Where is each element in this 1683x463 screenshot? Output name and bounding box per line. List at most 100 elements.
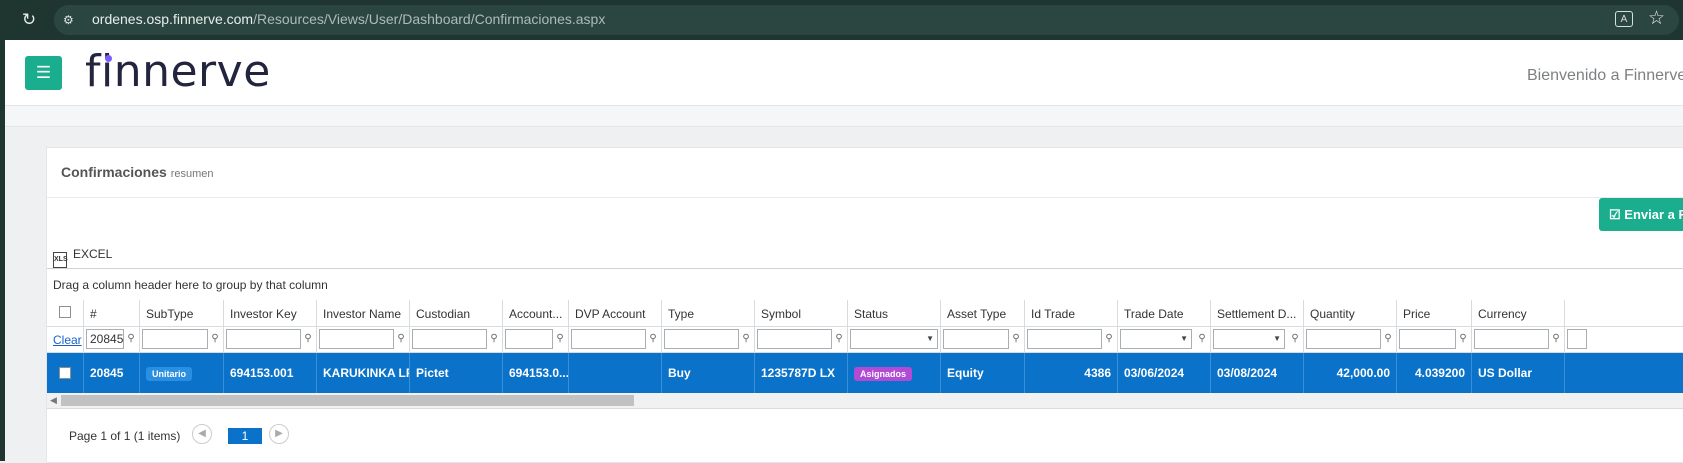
column-header-type[interactable]: Type [662, 300, 755, 326]
filter-options-icon[interactable]: ⚲ [210, 333, 220, 345]
column-header-symbol[interactable]: Symbol [755, 300, 848, 326]
translate-icon[interactable]: A [1615, 11, 1633, 27]
cell-number: 20845 [84, 353, 140, 393]
filter-options-icon[interactable]: ⚲ [741, 333, 751, 345]
filter-dropdown-status[interactable]: ▼ [850, 329, 938, 349]
pager: Page 1 of 1 (1 items) ◀ 1 ▶ [47, 409, 1683, 462]
prev-page-icon[interactable]: ◀ [192, 424, 212, 444]
column-header-dvp-account[interactable]: DVP Account [569, 300, 662, 326]
panel-divider [47, 197, 1683, 198]
filter-options-icon[interactable]: ⚲ [648, 333, 658, 345]
filter-options-icon[interactable]: ⚲ [1290, 333, 1300, 345]
filter-options-icon[interactable]: ⚲ [396, 333, 406, 345]
filter-options-icon[interactable]: ⚲ [1011, 333, 1021, 345]
finnerve-logo[interactable]: finnerve [85, 46, 271, 97]
filter-options-icon[interactable]: ⚲ [126, 333, 136, 345]
filter-options-icon[interactable]: ⚲ [1383, 333, 1393, 345]
filter-input-custodian[interactable] [412, 329, 487, 349]
column-header-investor-name[interactable]: Investor Name [317, 300, 410, 326]
column-header-quantity[interactable]: Quantity [1304, 300, 1397, 326]
reload-icon[interactable]: ↻ [19, 10, 39, 30]
filter-cell-subtype: ⚲ [140, 327, 224, 352]
row-select-cell [47, 353, 84, 393]
clear-filter-link[interactable]: Clear [53, 333, 82, 347]
filter-options-icon[interactable]: ⚲ [1551, 333, 1561, 345]
column-header-account[interactable]: Account... [503, 300, 569, 326]
current-page-button[interactable]: 1 [228, 428, 262, 444]
filter-options-icon[interactable]: ⚲ [1458, 333, 1468, 345]
filter-date-trade-date[interactable]: ▼ [1120, 329, 1192, 349]
panel-subtitle: resumen [170, 168, 214, 180]
horizontal-scrollbar[interactable]: ◀ [47, 393, 1683, 409]
column-header-price[interactable]: Price [1397, 300, 1472, 326]
filter-input-number[interactable]: 20845 [86, 329, 124, 349]
scrollbar-thumb[interactable] [61, 395, 634, 406]
column-header-investor-key[interactable]: Investor Key [224, 300, 317, 326]
cell-dvp-account [569, 353, 662, 393]
column-header-subtype[interactable]: SubType [140, 300, 224, 326]
cell-settlement-date: 03/08/2024 [1211, 353, 1304, 393]
column-header-id-trade[interactable]: Id Trade [1025, 300, 1118, 326]
select-all-checkbox[interactable] [59, 306, 71, 318]
cell-investor-key: 694153.001 [224, 353, 317, 393]
column-header-status[interactable]: Status [848, 300, 941, 326]
column-header-custodian[interactable]: Custodian [410, 300, 503, 326]
filter-options-icon[interactable]: ⚲ [834, 333, 844, 345]
excel-export-button[interactable]: XLS EXCEL [53, 247, 112, 268]
filter-input-asset-type[interactable] [943, 329, 1009, 349]
filter-input-overflow[interactable] [1567, 329, 1587, 349]
cell-price: 4.039200 [1397, 353, 1472, 393]
filter-options-icon[interactable]: ⚲ [489, 333, 499, 345]
column-header-currency[interactable]: Currency [1472, 300, 1565, 326]
filter-input-type[interactable] [664, 329, 739, 349]
filter-options-icon[interactable]: ⚲ [303, 333, 313, 345]
filter-options-icon[interactable]: ⚲ [1104, 333, 1114, 345]
cell-investor-name: KARUKINKA LP [317, 353, 410, 393]
filter-cell-quantity: ⚲ [1304, 327, 1397, 352]
filter-input-dvp-account[interactable] [571, 329, 646, 349]
filter-input-id-trade[interactable] [1027, 329, 1102, 349]
confirmations-grid: Drag a column header here to group by th… [47, 268, 1683, 462]
filter-input-investor-key[interactable] [226, 329, 301, 349]
send-button-label: Enviar a F [1624, 207, 1683, 222]
cell-status: Asignados [848, 353, 941, 393]
group-hint: Drag a column header here to group by th… [53, 278, 328, 292]
column-header-settlement-date[interactable]: Settlement D... [1211, 300, 1304, 326]
filter-input-quantity[interactable] [1306, 329, 1381, 349]
site-info-icon[interactable]: ⚙ [63, 13, 77, 27]
group-panel[interactable]: Drag a column header here to group by th… [47, 268, 1683, 301]
filter-options-icon[interactable]: ⚲ [555, 333, 565, 345]
column-header-trade-date[interactable]: Trade Date [1118, 300, 1211, 326]
filter-date-settlement-date[interactable]: ▼ [1213, 329, 1285, 349]
table-row[interactable]: 20845 Unitario 694153.001 KARUKINKA LP P… [47, 353, 1683, 393]
excel-label: EXCEL [73, 247, 113, 261]
filter-cell-type: ⚲ [662, 327, 755, 352]
column-header-asset-type[interactable]: Asset Type [941, 300, 1025, 326]
filter-options-icon[interactable]: ⚲ [1197, 333, 1207, 345]
hamburger-icon: ☰ [35, 63, 52, 82]
cell-symbol: 1235787D LX [755, 353, 848, 393]
filter-input-symbol[interactable] [757, 329, 832, 349]
row-checkbox[interactable] [59, 367, 71, 379]
filter-input-currency[interactable] [1474, 329, 1549, 349]
scroll-left-icon[interactable]: ◀ [50, 395, 57, 406]
next-page-icon[interactable]: ▶ [269, 424, 289, 444]
filter-input-price[interactable] [1399, 329, 1456, 349]
filter-cell-account: ⚲ [503, 327, 569, 352]
filter-cell-overflow [1565, 327, 1683, 352]
select-all-header [47, 300, 84, 326]
welcome-text: Bienvenido a Finnerve [1527, 67, 1683, 84]
column-header-number[interactable]: # [84, 300, 140, 326]
cell-trade-date: 03/06/2024 [1118, 353, 1211, 393]
bookmark-star-icon[interactable]: ☆ [1648, 7, 1665, 31]
cell-type: Buy [662, 353, 755, 393]
filter-input-investor-name[interactable] [319, 329, 394, 349]
filter-input-subtype[interactable] [142, 329, 208, 349]
url-text[interactable]: ordenes.osp.finnerve.com/Resources/Views… [92, 11, 605, 27]
filter-cell-asset-type: ⚲ [941, 327, 1025, 352]
menu-toggle-button[interactable]: ☰ [25, 56, 62, 90]
filter-row: Clear 20845 ⚲ ⚲ ⚲ ⚲ ⚲ ⚲ ⚲ ⚲ ⚲ ▼ ⚲ ⚲ ▼ ⚲ … [47, 327, 1683, 353]
send-button[interactable]: ☑ Enviar a F [1599, 198, 1683, 231]
filter-cell-number: 20845 ⚲ [84, 327, 140, 352]
filter-input-account[interactable] [505, 329, 553, 349]
